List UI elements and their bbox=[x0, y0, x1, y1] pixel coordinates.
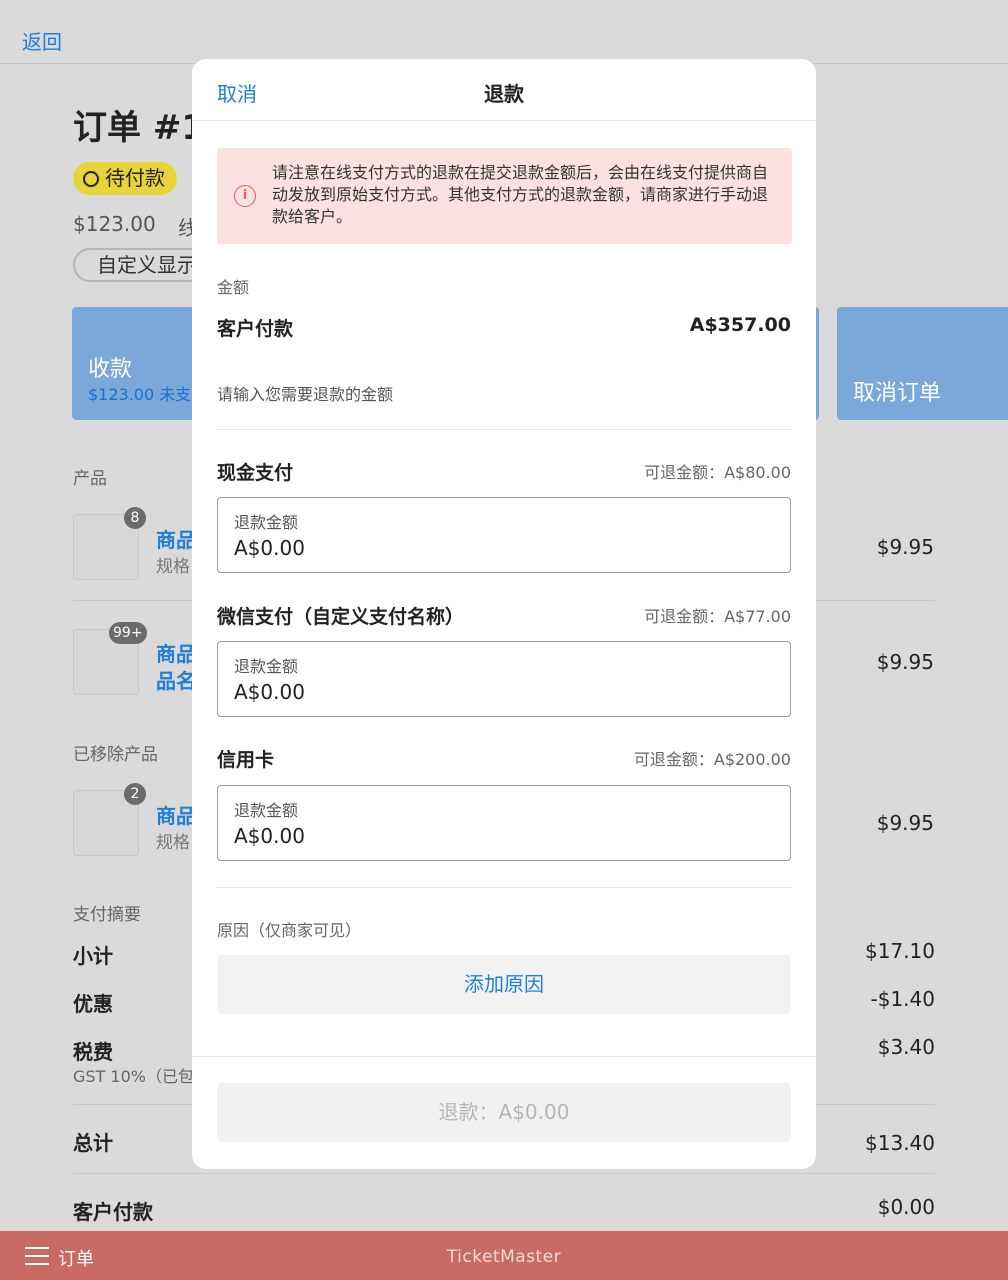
product-price: $9.95 bbox=[876, 535, 934, 559]
wechat-refund-field[interactable]: 退款金额 A$0.00 bbox=[217, 641, 791, 717]
payment-method-name: 现金支付 bbox=[217, 462, 294, 484]
products-section-label: 产品 bbox=[73, 469, 107, 489]
bottom-bar: 订单 TicketMaster bbox=[0, 1231, 1008, 1280]
customer-paid-amount: A$357.00 bbox=[689, 314, 791, 336]
add-reason-button[interactable]: 添加原因 bbox=[217, 955, 791, 1014]
reason-label: 原因（仅商家可见） bbox=[217, 921, 362, 940]
divider bbox=[217, 887, 791, 888]
modal-cancel-button[interactable]: 取消 bbox=[217, 78, 257, 107]
status-badge: 待付款 bbox=[73, 162, 177, 195]
cancel-order-label: 取消订单 bbox=[853, 381, 942, 406]
product-variant: 规格 bbox=[156, 557, 190, 577]
customer-paid-label: 客户付款 bbox=[73, 1200, 153, 1224]
customer-paid-value: $0.00 bbox=[877, 1195, 935, 1219]
product-name[interactable]: 商品 bbox=[156, 800, 196, 829]
refundable-amount: 可退金额：A$77.00 bbox=[644, 607, 791, 626]
field-label: 退款金额 bbox=[234, 657, 299, 676]
refundable-amount: 可退金额：A$200.00 bbox=[633, 750, 791, 769]
tax-label: 税费 bbox=[73, 1040, 113, 1064]
refundable-amount: 可退金额：A$80.00 bbox=[644, 463, 791, 482]
customer-paid-label: 客户付款 bbox=[217, 318, 294, 340]
quantity-badge: 99+ bbox=[109, 622, 147, 644]
product-name[interactable]: 商品 bbox=[156, 524, 196, 553]
field-label: 退款金额 bbox=[234, 801, 299, 820]
total-label: 总计 bbox=[73, 1131, 113, 1155]
tax-value: $3.40 bbox=[877, 1035, 935, 1059]
product-price: $9.95 bbox=[876, 811, 934, 835]
quantity-badge: 8 bbox=[124, 507, 146, 529]
cash-refund-field[interactable]: 退款金额 A$0.00 bbox=[217, 497, 791, 573]
divider bbox=[73, 1173, 935, 1174]
pending-circle-icon bbox=[83, 170, 99, 187]
footer-divider bbox=[192, 1056, 816, 1057]
removed-products-label: 已移除产品 bbox=[73, 745, 158, 765]
info-icon: i bbox=[234, 185, 256, 207]
collect-unpaid-amount: $123.00 未支付 bbox=[88, 385, 208, 404]
subtotal-value: $17.10 bbox=[865, 939, 935, 963]
modal-header: 退款 取消 bbox=[192, 59, 816, 121]
product-price: $9.95 bbox=[876, 650, 934, 674]
product-name[interactable]: 商品 bbox=[156, 638, 196, 667]
collect-label: 收款 bbox=[88, 357, 133, 382]
product-name-line2[interactable]: 品名 bbox=[156, 665, 196, 694]
refund-modal: 退款 取消 i 请注意在线支付方式的退款在提交退款金额后，会由在线支付提供商自动… bbox=[192, 59, 816, 1169]
discount-value: -$1.40 bbox=[870, 987, 935, 1011]
refund-notice: i 请注意在线支付方式的退款在提交退款金额后，会由在线支付提供商自动发放到原始支… bbox=[217, 148, 792, 244]
tax-detail: GST 10%（已包含 bbox=[73, 1067, 210, 1086]
field-label: 退款金额 bbox=[234, 513, 299, 532]
app-name: TicketMaster bbox=[446, 1247, 562, 1267]
field-value[interactable]: A$0.00 bbox=[234, 680, 305, 704]
modal-title: 退款 bbox=[484, 82, 524, 106]
amount-section-label: 金额 bbox=[217, 278, 250, 297]
refund-notice-text: 请注意在线支付方式的退款在提交退款金额后，会由在线支付提供商自动发放到原始支付方… bbox=[272, 163, 769, 226]
cancel-order-card[interactable]: 取消订单 bbox=[837, 307, 1008, 420]
quantity-badge: 2 bbox=[124, 783, 146, 805]
refund-hint: 请输入您需要退款的金额 bbox=[217, 385, 394, 404]
back-link[interactable]: 返回 bbox=[22, 26, 62, 55]
product-variant: 规格 bbox=[156, 833, 190, 853]
field-value[interactable]: A$0.00 bbox=[234, 536, 305, 560]
total-value: $13.40 bbox=[865, 1131, 935, 1155]
discount-label: 优惠 bbox=[73, 992, 113, 1016]
top-bar: 返回 bbox=[0, 0, 1008, 64]
field-value[interactable]: A$0.00 bbox=[234, 824, 305, 848]
divider bbox=[217, 429, 791, 430]
subtotal-label: 小计 bbox=[73, 944, 113, 968]
refund-submit-button[interactable]: 退款：A$0.00 bbox=[217, 1083, 791, 1142]
payment-summary-label: 支付摘要 bbox=[73, 905, 141, 925]
credit-card-refund-field[interactable]: 退款金额 A$0.00 bbox=[217, 785, 791, 861]
payment-method-name: 微信支付（自定义支付名称） bbox=[217, 606, 465, 628]
payment-method-name: 信用卡 bbox=[217, 749, 275, 771]
order-amount: $123.00 bbox=[73, 212, 156, 236]
status-label: 待付款 bbox=[105, 166, 165, 190]
